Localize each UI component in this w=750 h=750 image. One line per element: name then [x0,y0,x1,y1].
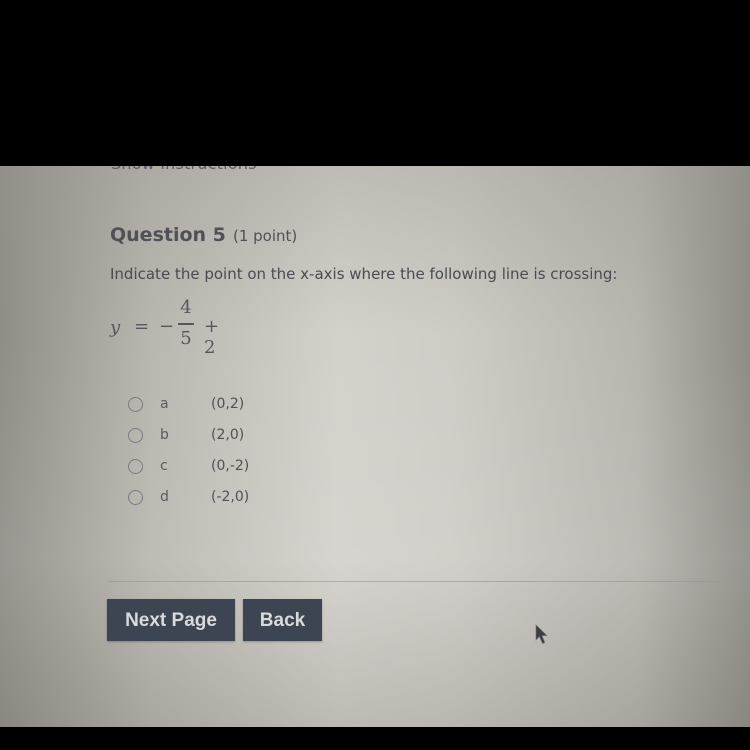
question-prompt: Indicate the point on the x-axis where t… [110,265,618,283]
option-value: (2,0) [211,427,245,443]
option-b[interactable]: b (2,0) [128,426,288,457]
fraction-denominator: 5 [180,327,192,349]
next-page-button[interactable]: Next Page [107,599,235,641]
option-value: (-2,0) [211,489,250,505]
option-value: (0,2) [211,396,245,412]
back-button[interactable]: Back [243,599,322,641]
option-c[interactable]: c (0,-2) [128,457,288,488]
quiz-screen: Show Instructions Question 5 (1 point) I… [0,166,750,727]
fraction-bar [178,323,194,325]
radio-unchecked-icon[interactable] [128,459,143,474]
show-instructions-link[interactable]: Show Instructions [111,166,257,173]
question-title: Question 5 (1 point) [110,224,297,246]
option-letter: a [160,396,169,412]
radio-unchecked-icon[interactable] [128,428,143,443]
answer-options: a (0,2) b (2,0) c (0,-2) d (-2,0) [128,395,288,519]
question-number: Question 5 [110,224,226,246]
equation-constant: + 2 [204,316,220,358]
equation-sign: − [159,316,175,337]
question-points: (1 point) [232,227,298,245]
option-letter: d [160,489,169,505]
option-letter: c [160,458,168,474]
radio-unchecked-icon[interactable] [128,490,143,505]
equation-fraction: 4 5 [176,296,196,351]
section-divider [108,581,718,582]
option-letter: b [160,427,169,443]
equation-equals: = [134,316,150,337]
option-d[interactable]: d (-2,0) [128,488,288,519]
radio-unchecked-icon[interactable] [128,397,143,412]
option-value: (0,-2) [211,458,250,474]
equation-lhs: y [110,317,121,338]
fraction-numerator: 4 [180,297,192,318]
mouse-pointer-icon [535,624,548,644]
option-a[interactable]: a (0,2) [128,395,288,426]
